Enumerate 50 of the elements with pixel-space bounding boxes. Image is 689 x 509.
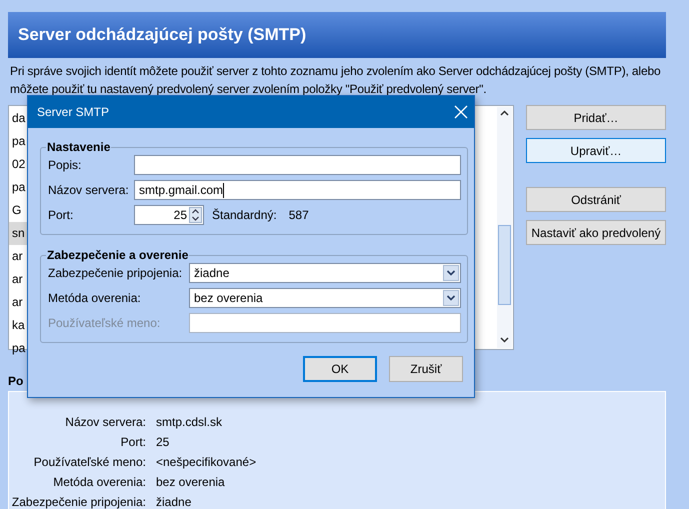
detail-value: smtp.cdsl.sk bbox=[156, 414, 222, 431]
dialog-button[interactable]: Zrušiť bbox=[389, 356, 463, 382]
detail-label: Používateľské meno: bbox=[32, 454, 147, 471]
server-item[interactable]: pa bbox=[9, 337, 27, 360]
text-field[interactable] bbox=[134, 155, 461, 175]
default-port-label: Štandardný: bbox=[212, 208, 277, 222]
server-item[interactable]: ar bbox=[9, 291, 27, 314]
details-heading: Po bbox=[8, 374, 24, 389]
server-item[interactable]: pa bbox=[9, 130, 27, 153]
field-label: Port: bbox=[48, 208, 74, 222]
detail-value: žiadne bbox=[156, 494, 192, 509]
action-button[interactable]: Nastaviť ako predvolený bbox=[526, 220, 666, 245]
group-title: Nastavenie bbox=[46, 140, 112, 154]
page-title: Server odchádzajúcej pošty (SMTP) bbox=[8, 12, 666, 58]
scroll-thumb[interactable] bbox=[498, 225, 511, 305]
dialog-button[interactable]: OK bbox=[303, 356, 377, 382]
group-title: Zabezpečenie a overenie bbox=[46, 248, 190, 262]
action-button[interactable]: Upraviť… bbox=[526, 138, 666, 163]
dialog-title: Server SMTP bbox=[37, 105, 110, 119]
default-port-value: 587 bbox=[288, 208, 309, 222]
detail-value: bez overenia bbox=[156, 474, 225, 491]
spinner-arrows-icon bbox=[189, 207, 202, 223]
dropdown[interactable]: žiadne bbox=[189, 263, 461, 283]
field-label: Zabezpečenie pripojenia: bbox=[48, 266, 184, 280]
server-item[interactable]: da bbox=[9, 107, 27, 130]
field-label: Metóda overenia: bbox=[48, 291, 142, 305]
server-item[interactable]: ar bbox=[9, 268, 27, 291]
text-field[interactable]: smtp.gmail.com bbox=[134, 180, 461, 200]
field-label: Popis: bbox=[48, 158, 82, 172]
server-item[interactable]: sn bbox=[9, 222, 27, 245]
detail-label: Port: bbox=[120, 434, 147, 451]
detail-value: <nešpecifikované> bbox=[156, 454, 256, 471]
server-item[interactable]: pa bbox=[9, 176, 27, 199]
server-item[interactable]: 02 bbox=[9, 153, 27, 176]
action-button[interactable]: Pridať… bbox=[526, 105, 666, 130]
server-item[interactable]: ka bbox=[9, 314, 27, 337]
server-item[interactable]: ar bbox=[9, 245, 27, 268]
field-label: Používateľské meno: bbox=[48, 316, 162, 330]
dropdown[interactable]: bez overenia bbox=[189, 288, 461, 308]
detail-value: 25 bbox=[156, 434, 170, 451]
action-button[interactable]: Odstrániť bbox=[526, 187, 666, 212]
scrollbar[interactable] bbox=[497, 107, 512, 348]
detail-label: Názov servera: bbox=[64, 414, 147, 431]
close-icon[interactable] bbox=[454, 105, 468, 119]
port-spinner[interactable]: 25 bbox=[134, 205, 204, 225]
server-item[interactable]: G bbox=[9, 199, 27, 222]
description: Pri správe svojich identít môžete použiť server z tohto zoznamu jeho zvolením ako Server odchádzajúcej pošty (SMTP), alebo môžete použiť tu nastavený predvolený server zvolením položky "Použiť predvolený server". bbox=[10, 63, 662, 98]
detail-label: Zabezpečenie pripojenia: bbox=[10, 494, 147, 509]
field-label: Názov servera: bbox=[48, 183, 130, 197]
detail-label: Metóda overenia: bbox=[52, 474, 147, 491]
